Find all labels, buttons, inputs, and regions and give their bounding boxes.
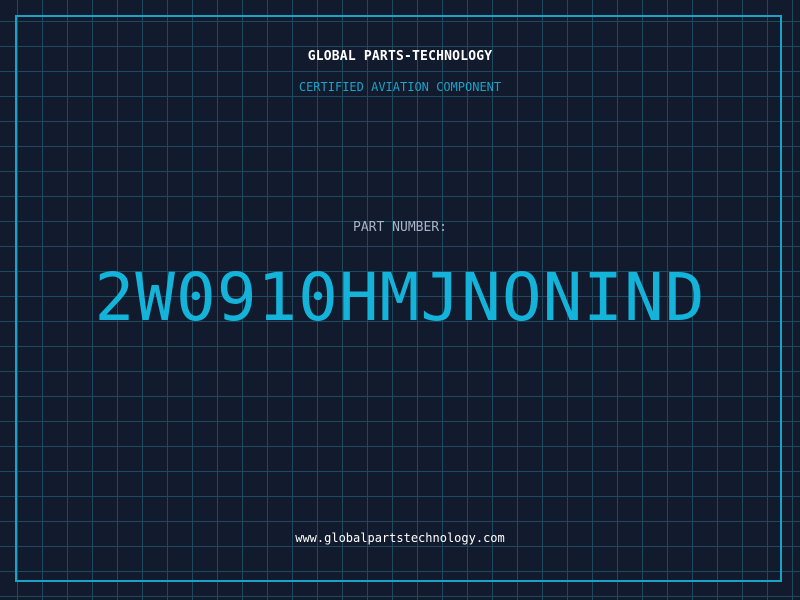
- brand-title: GLOBAL PARTS-TECHNOLOGY: [307, 49, 493, 64]
- part-number-label: PART NUMBER:: [353, 220, 447, 235]
- part-label-card: GLOBAL PARTS-TECHNOLOGY CERTIFIED AVIATI…: [0, 0, 800, 600]
- website-url: www.globalpartstechnology.com: [295, 531, 505, 545]
- part-number-value: 2W0910HMJNONIND: [94, 259, 706, 336]
- brand-subtitle: CERTIFIED AVIATION COMPONENT: [298, 80, 502, 94]
